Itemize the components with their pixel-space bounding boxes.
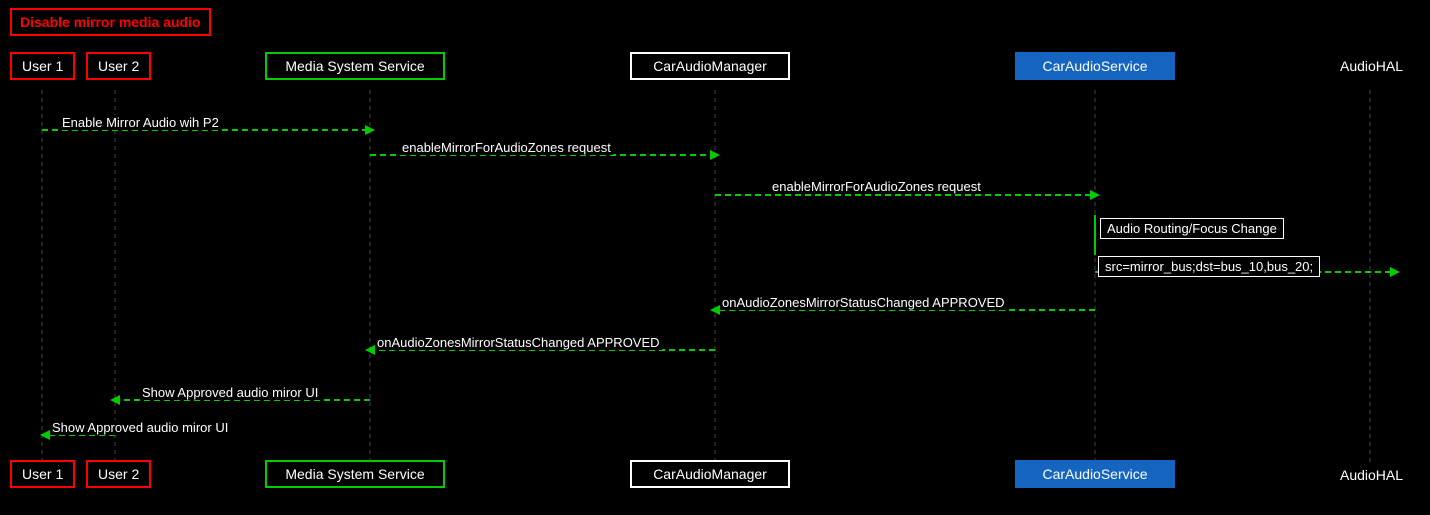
title-text: Disable mirror media audio (20, 14, 201, 30)
actor-mediasystem-bottom: Media System Service (265, 460, 445, 488)
actor-caraudioservice-top: CarAudioService (1015, 52, 1175, 80)
msg-label-m8: Show Approved audio miror UI (140, 385, 320, 400)
msg-label-m7: onAudioZonesMirrorStatusChanged APPROVED (375, 335, 662, 350)
actor-user2-top: User 2 (86, 52, 151, 80)
actor-mediasystem-top: Media System Service (265, 52, 445, 80)
msg-label-m6: onAudioZonesMirrorStatusChanged APPROVED (720, 295, 1007, 310)
msg-label-m3: enableMirrorForAudioZones request (770, 179, 983, 194)
title-box: Disable mirror media audio (10, 8, 211, 36)
actor-caraudiomanager-bottom: CarAudioManager (630, 460, 790, 488)
diagram-container: Disable mirror media audio User 1 User 2… (0, 0, 1430, 515)
msg-label-m5: src=mirror_bus;dst=bus_10,bus_20; (1098, 256, 1320, 277)
msg-label-m9: Show Approved audio miror UI (50, 420, 230, 435)
actor-user1-bottom: User 1 (10, 460, 75, 488)
actor-audiohal-top: AudioHAL (1340, 58, 1403, 74)
actor-user2-bottom: User 2 (86, 460, 151, 488)
msg-label-m4: Audio Routing/Focus Change (1100, 218, 1284, 239)
msg-label-m1: Enable Mirror Audio wih P2 (60, 115, 221, 130)
actor-audiohal-bottom: AudioHAL (1340, 467, 1403, 483)
actor-caraudioservice-bottom: CarAudioService (1015, 460, 1175, 488)
actor-user1-top: User 1 (10, 52, 75, 80)
msg-label-m2: enableMirrorForAudioZones request (400, 140, 613, 155)
actor-caraudiomanager-top: CarAudioManager (630, 52, 790, 80)
